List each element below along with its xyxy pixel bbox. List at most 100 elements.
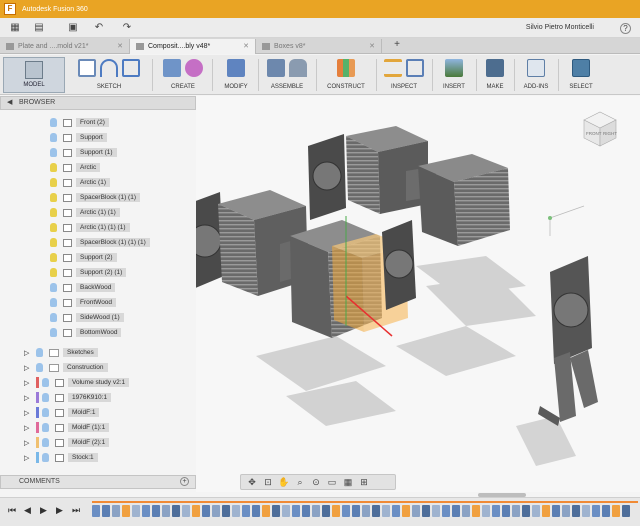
visibility-bulb-icon[interactable] <box>42 408 49 417</box>
visibility-bulb-icon[interactable] <box>50 253 57 262</box>
save-icon[interactable]: ▣ <box>66 22 80 34</box>
3d-viewport[interactable] <box>196 96 640 492</box>
look-at-icon[interactable]: ⊡ <box>261 477 275 488</box>
timeline-feature-icon[interactable] <box>312 505 320 517</box>
timeline-feature-icon[interactable] <box>132 505 140 517</box>
timeline-feature-icon[interactable] <box>302 505 310 517</box>
visibility-bulb-icon[interactable] <box>50 238 57 247</box>
3d-print-icon[interactable] <box>486 59 504 77</box>
timeline-feature-icon[interactable] <box>242 505 250 517</box>
viewcube[interactable]: FRONT RIGHT <box>580 108 620 148</box>
sphere-mesh-icon[interactable] <box>185 59 203 77</box>
list-item[interactable]: SideWood (1) <box>50 311 124 324</box>
step-forward-icon[interactable]: ▶ <box>56 505 63 516</box>
visibility-bulb-icon[interactable] <box>50 133 57 142</box>
timeline-feature-icon[interactable] <box>272 505 280 517</box>
collapse-arrow-icon[interactable]: ◀ <box>7 97 12 109</box>
extrude-icon[interactable] <box>163 59 181 77</box>
assemble-group[interactable]: ASSEMBLE <box>260 57 314 93</box>
expand-arrow-icon[interactable]: ▷ <box>24 454 36 462</box>
tree-component[interactable]: ▷ Stock:1 <box>24 451 98 464</box>
measure-icon[interactable] <box>384 59 402 77</box>
expand-arrow-icon[interactable]: ▷ <box>24 349 36 357</box>
visibility-bulb-icon[interactable] <box>50 223 57 232</box>
list-item[interactable]: Arctic <box>50 161 101 174</box>
inspect-group[interactable]: INSPECT <box>378 57 430 93</box>
timeline-feature-icon[interactable] <box>382 505 390 517</box>
browser-panel-header[interactable]: ◀ BROWSER <box>0 96 196 110</box>
tree-component[interactable]: ▷ MoldF (1):1 <box>24 421 110 434</box>
play-icon[interactable]: ▶ <box>40 505 47 516</box>
timeline-feature-icon[interactable] <box>622 505 630 517</box>
comments-panel-header[interactable]: COMMENTS + <box>0 475 196 489</box>
timeline-feature-icon[interactable] <box>322 505 330 517</box>
timeline-feature-icon[interactable] <box>442 505 450 517</box>
timeline-feature-icon[interactable] <box>342 505 350 517</box>
modify-group[interactable]: MODIFY <box>214 57 258 93</box>
timeline-feature-icon[interactable] <box>522 505 530 517</box>
timeline-feature-icon[interactable] <box>372 505 380 517</box>
go-to-start-icon[interactable]: ⏮ <box>8 505 16 516</box>
visibility-bulb-icon[interactable] <box>50 193 57 202</box>
scripts-icon[interactable] <box>527 59 545 77</box>
grid-settings-icon[interactable]: ▦ <box>341 477 355 488</box>
workspace-switcher[interactable]: MODEL <box>3 57 65 93</box>
visibility-bulb-icon[interactable] <box>50 328 57 337</box>
visibility-bulb-icon[interactable] <box>42 393 49 402</box>
go-to-end-icon[interactable]: ⏭ <box>72 505 80 516</box>
arc-icon[interactable] <box>100 59 118 77</box>
press-pull-icon[interactable] <box>227 59 245 77</box>
timeline-feature-icon[interactable] <box>202 505 210 517</box>
expand-arrow-icon[interactable]: ▷ <box>24 409 36 417</box>
visibility-bulb-icon[interactable] <box>42 453 49 462</box>
timeline-feature-icon[interactable] <box>402 505 410 517</box>
select-cursor-icon[interactable] <box>572 59 590 77</box>
add-comment-icon[interactable]: + <box>180 477 189 486</box>
timeline-feature-icon[interactable] <box>362 505 370 517</box>
timeline-feature-icon[interactable] <box>122 505 130 517</box>
section-analysis-icon[interactable] <box>406 59 424 77</box>
step-back-icon[interactable]: ◀ <box>24 505 31 516</box>
viewcube-front-face[interactable]: FRONT <box>586 131 602 136</box>
timeline-feature-icon[interactable] <box>592 505 600 517</box>
timeline-feature-icon[interactable] <box>142 505 150 517</box>
select-group[interactable]: SELECT <box>560 57 602 93</box>
timeline-feature-icon[interactable] <box>212 505 220 517</box>
close-icon[interactable]: ✕ <box>369 39 375 54</box>
tree-component[interactable]: ▷ 1976K910:1 <box>24 391 112 404</box>
expand-arrow-icon[interactable]: ▷ <box>24 364 36 372</box>
timeline-feature-icon[interactable] <box>472 505 480 517</box>
list-item[interactable]: Arctic (1) <box>50 176 110 189</box>
create-group[interactable]: CREATE <box>156 57 210 93</box>
joint-icon[interactable] <box>289 59 307 77</box>
timeline-feature-icon[interactable] <box>612 505 620 517</box>
user-name[interactable]: Silvio Pietro Monticelli <box>526 24 594 31</box>
visibility-bulb-icon[interactable] <box>50 283 57 292</box>
undo-icon[interactable]: ↶ <box>92 22 106 34</box>
timeline-feature-icon[interactable] <box>602 505 610 517</box>
timeline-feature-icon[interactable] <box>262 505 270 517</box>
timeline-feature-icon[interactable] <box>152 505 160 517</box>
visibility-bulb-icon[interactable] <box>42 423 49 432</box>
timeline-feature-icon[interactable] <box>562 505 570 517</box>
insert-image-icon[interactable] <box>445 59 463 77</box>
offset-plane-icon[interactable] <box>337 59 355 77</box>
visibility-bulb-icon[interactable] <box>50 148 57 157</box>
timeline-feature-icon[interactable] <box>492 505 500 517</box>
timeline-feature-icon[interactable] <box>282 505 290 517</box>
timeline-feature-icon[interactable] <box>512 505 520 517</box>
list-item[interactable]: Front (2) <box>50 116 109 129</box>
visibility-bulb-icon[interactable] <box>50 298 57 307</box>
list-item[interactable]: Support (1) <box>50 146 117 159</box>
timeline-feature-icon[interactable] <box>582 505 590 517</box>
timeline-feature-icon[interactable] <box>92 505 100 517</box>
new-component-icon[interactable] <box>267 59 285 77</box>
timeline-feature-icon[interactable] <box>192 505 200 517</box>
visibility-bulb-icon[interactable] <box>50 178 57 187</box>
new-tab-plus-icon[interactable]: + <box>390 39 404 51</box>
list-item[interactable]: FrontWood <box>50 296 117 309</box>
timeline-feature-icon[interactable] <box>452 505 460 517</box>
orbit-icon[interactable]: ✥ <box>245 477 259 488</box>
create-sketch-icon[interactable] <box>78 59 96 77</box>
close-icon[interactable]: ✕ <box>243 39 249 54</box>
